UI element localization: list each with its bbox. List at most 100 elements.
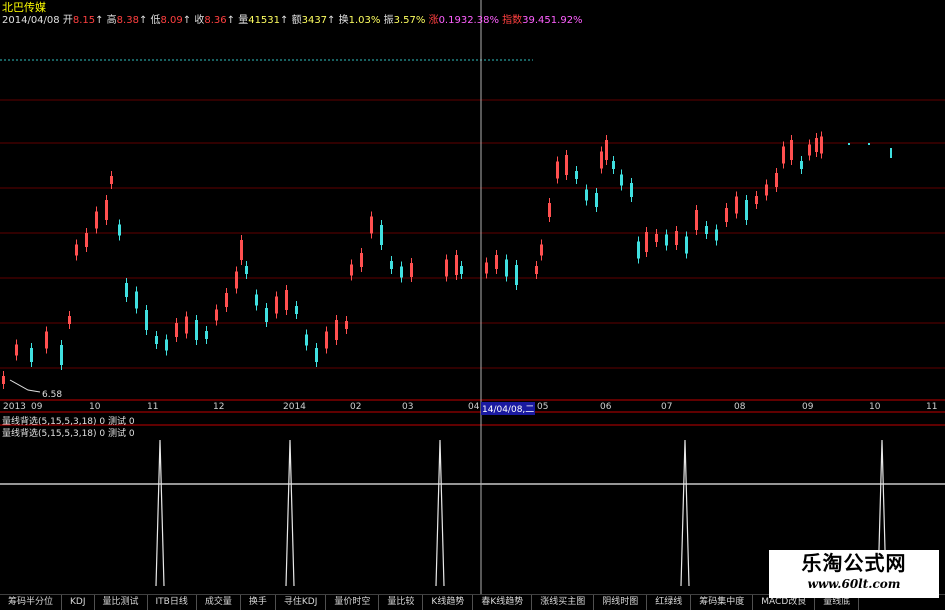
x-axis-label: 03 [402, 402, 414, 412]
candle-body [782, 146, 785, 164]
candle-body [110, 176, 113, 184]
candle-body [265, 308, 268, 322]
candle-body [60, 345, 63, 365]
candle-body [240, 240, 243, 260]
candle-body [30, 348, 33, 362]
candle-body [370, 216, 373, 234]
index-value: 39.451.92% [522, 15, 583, 26]
candle-body [390, 261, 393, 269]
tab-5[interactable]: 换手 [241, 595, 276, 610]
amount-value: 3437 [301, 15, 328, 26]
candle-body [155, 336, 158, 344]
candle-body [612, 161, 615, 169]
candle-body [868, 143, 870, 145]
candle-body [165, 339, 168, 351]
high-label: 高 [106, 15, 117, 26]
candle-body [808, 144, 811, 156]
candle-body [175, 323, 178, 337]
volume-label: 量 [238, 15, 249, 26]
x-axis-label: 04 [468, 402, 480, 412]
volume-value: 41531 [248, 15, 281, 26]
candle-body [725, 208, 728, 222]
tab-3[interactable]: ITB日线 [148, 595, 197, 610]
turnover-value: 1.03% [348, 15, 381, 26]
x-axis-label: 10 [89, 402, 101, 412]
candle-body [360, 253, 363, 267]
candle-body [630, 183, 633, 197]
x-axis-label: 08 [734, 402, 746, 412]
candle-body [755, 196, 758, 204]
candle-body [15, 344, 18, 356]
candle-body [255, 294, 258, 306]
candle-body [95, 211, 98, 229]
candle-body [325, 331, 328, 349]
open-value: 8.15 [72, 15, 96, 26]
candle-body [565, 155, 568, 175]
candle-body [75, 244, 78, 256]
candle-body [400, 266, 403, 278]
candle-body [848, 143, 850, 145]
candle-body [205, 331, 208, 339]
candle-body [185, 316, 188, 334]
tab-11[interactable]: 涨线买主图 [532, 595, 595, 610]
indicator-spike [155, 439, 165, 587]
watermark: 乐淘公式网 www.60lt.com [769, 550, 939, 598]
info-date: 2014/04/08 [2, 15, 60, 26]
tab-13[interactable]: 红绿线 [647, 595, 692, 610]
tab-2[interactable]: 量比测试 [95, 595, 148, 610]
tab-10[interactable]: 春K线趋势 [473, 595, 533, 610]
candle-body [637, 241, 640, 259]
tab-12[interactable]: 阴线时图 [594, 595, 648, 610]
candle-body [445, 259, 448, 277]
candle-body [275, 296, 278, 314]
candle-body [195, 320, 198, 340]
tab-4[interactable]: 成交量 [197, 595, 241, 610]
x-axis-label: 05 [537, 402, 549, 412]
candle-body [735, 196, 738, 214]
indicator-spike [285, 439, 295, 587]
tab-7[interactable]: 量价时空 [326, 595, 380, 610]
indicator-spike [435, 439, 445, 587]
candle-body [410, 263, 413, 277]
candles-group [2, 131, 892, 389]
candle-body [245, 266, 248, 274]
candle-body [765, 184, 768, 196]
watermark-title: 乐淘公式网 [801, 551, 907, 575]
x-axis-label: 10 [869, 402, 881, 412]
x-axis-label: 02 [350, 402, 362, 412]
candle-body [535, 266, 538, 274]
candle-body [345, 321, 348, 329]
tab-9[interactable]: K线趋势 [423, 595, 474, 610]
crosshair-date-flag: 14/04/08,二 [481, 402, 536, 415]
candle-body [620, 174, 623, 186]
index-label: 指数 [502, 15, 523, 26]
low-label: 低 [150, 15, 161, 26]
turnover-label: 换 [338, 15, 349, 26]
candle-body [685, 236, 688, 254]
info-bar: 2014/04/08 开8.15↑ 高8.38↑ 低8.09↑ 收8.36↑ 量… [2, 15, 583, 26]
tab-1[interactable]: KDJ [62, 595, 95, 610]
candle-body [495, 255, 498, 269]
candle-body [350, 264, 353, 276]
candle-body [815, 138, 818, 152]
candle-body [235, 271, 238, 289]
indicator-title-2: 量线背选(5,15,5,3,18) 0 测试 0 [2, 429, 135, 439]
indicator-spike [680, 439, 690, 587]
candle-body [2, 376, 5, 384]
tab-0[interactable]: 筹码半分位 [0, 595, 63, 610]
candle-body [548, 203, 551, 217]
tab-14[interactable]: 筹码集中度 [691, 595, 754, 610]
candle-body [540, 244, 543, 256]
candlestick-chart[interactable] [0, 0, 945, 594]
candle-body [460, 266, 463, 274]
candle-body [655, 234, 658, 242]
candle-body [605, 140, 608, 160]
high-value: 8.38 [116, 15, 139, 26]
tab-6[interactable]: 寻住KDJ [276, 595, 327, 610]
x-axis-label: 2014 [283, 402, 306, 412]
amplitude-label: 振 [383, 15, 394, 26]
x-axis-label: 09 [802, 402, 814, 412]
candle-body [715, 229, 718, 241]
candle-body [85, 233, 88, 247]
tab-8[interactable]: 量比较 [379, 595, 424, 610]
